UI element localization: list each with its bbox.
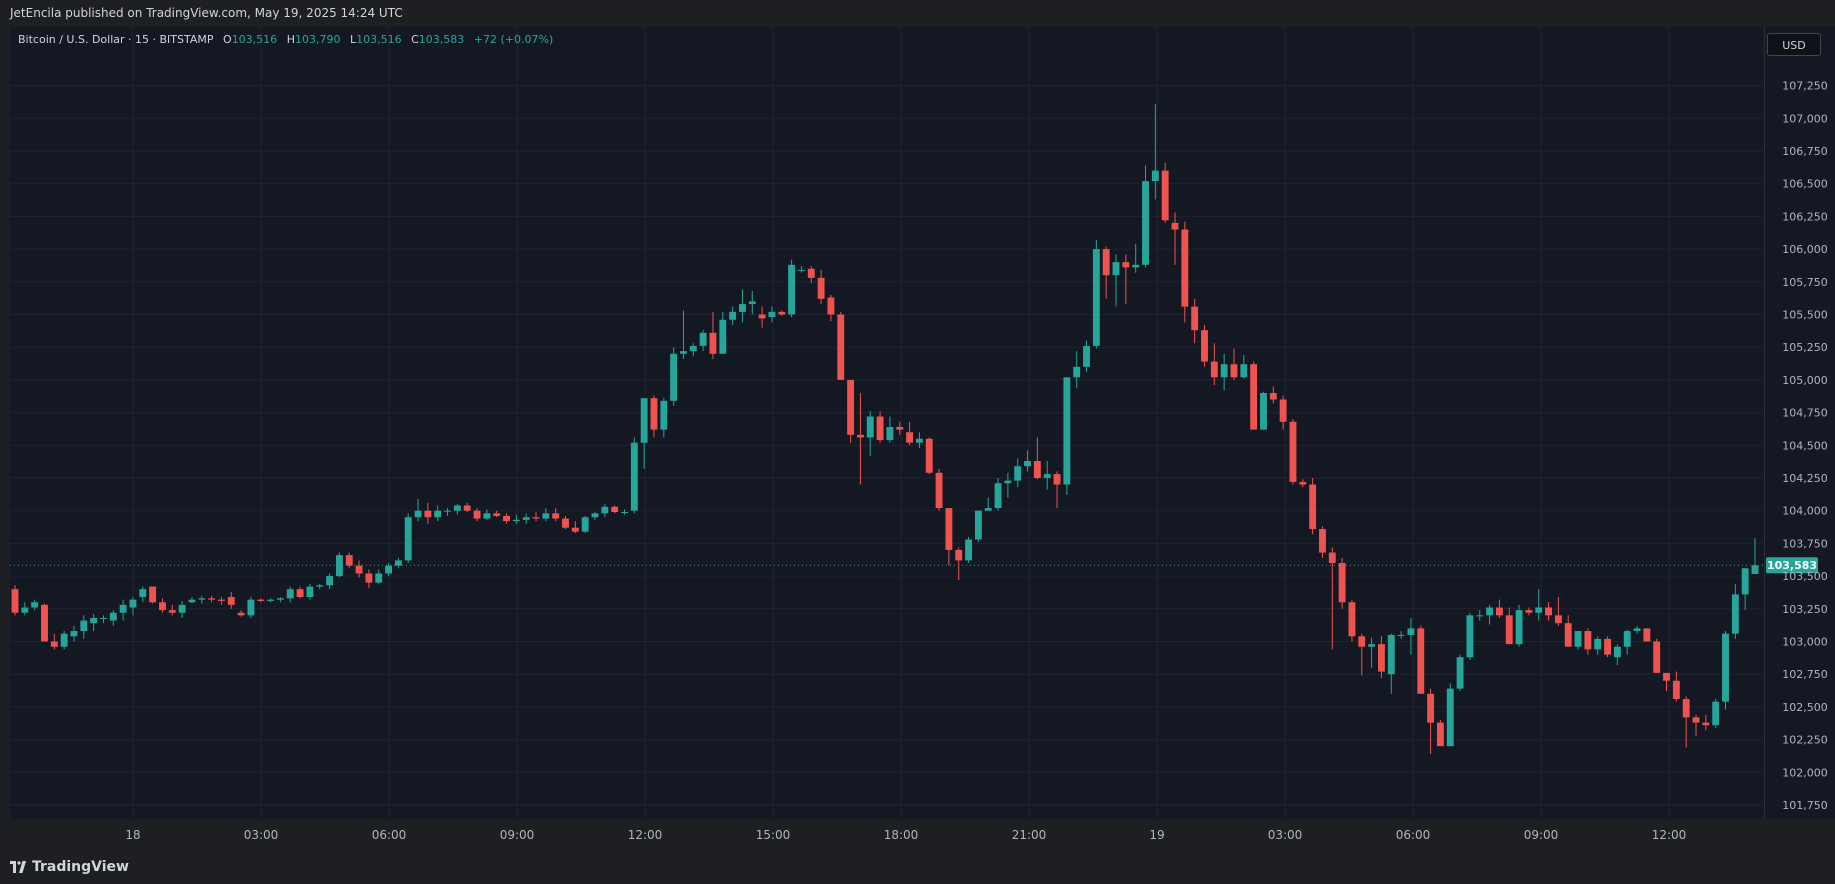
x-tick-label: 18:00	[884, 828, 919, 842]
x-tick-label: 06:00	[372, 828, 407, 842]
currency-button[interactable]: USD	[1767, 33, 1821, 56]
low-value: 103,516	[356, 33, 402, 46]
x-tick-label: 09:00	[1524, 828, 1559, 842]
x-tick-label: 19	[1149, 828, 1164, 842]
x-tick-label: 03:00	[1268, 828, 1303, 842]
chart-pane[interactable]	[10, 27, 1764, 819]
symbol-legend: Bitcoin / U.S. Dollar · 15 · BITSTAMP O1…	[18, 33, 553, 46]
published-text: JetEncila published on TradingView.com, …	[10, 6, 403, 20]
change-value: +72 (+0.07%)	[473, 33, 554, 46]
publish-header: JetEncila published on TradingView.com, …	[0, 0, 1835, 27]
x-tick-label: 12:00	[628, 828, 663, 842]
tradingview-logo-icon	[10, 861, 26, 873]
high-label: H	[286, 33, 295, 46]
x-tick-label: 18	[125, 828, 140, 842]
brand-text: TradingView	[32, 859, 129, 875]
symbol-label: Bitcoin / U.S. Dollar · 15 · BITSTAMP	[18, 33, 214, 46]
footer-bar	[0, 848, 1835, 884]
x-tick-label: 09:00	[500, 828, 535, 842]
tradingview-brand[interactable]: TradingView	[10, 859, 129, 875]
high-value: 103,790	[294, 33, 341, 46]
open-label: O	[223, 33, 232, 46]
x-tick-label: 15:00	[756, 828, 791, 842]
close-value: 103,583	[418, 33, 465, 46]
x-tick-label: 06:00	[1396, 828, 1431, 842]
x-axis-labels: 18 03:00 06:00 09:00 12:00 15:00 18:00 21:00 19 0…	[125, 828, 1686, 842]
x-tick-label: 21:00	[1012, 828, 1047, 842]
close-label: C	[411, 33, 419, 46]
price-axis[interactable]	[1764, 27, 1835, 819]
x-tick-label: 03:00	[244, 828, 279, 842]
open-value: 103,516	[231, 33, 278, 46]
x-tick-label: 12:00	[1652, 828, 1687, 842]
